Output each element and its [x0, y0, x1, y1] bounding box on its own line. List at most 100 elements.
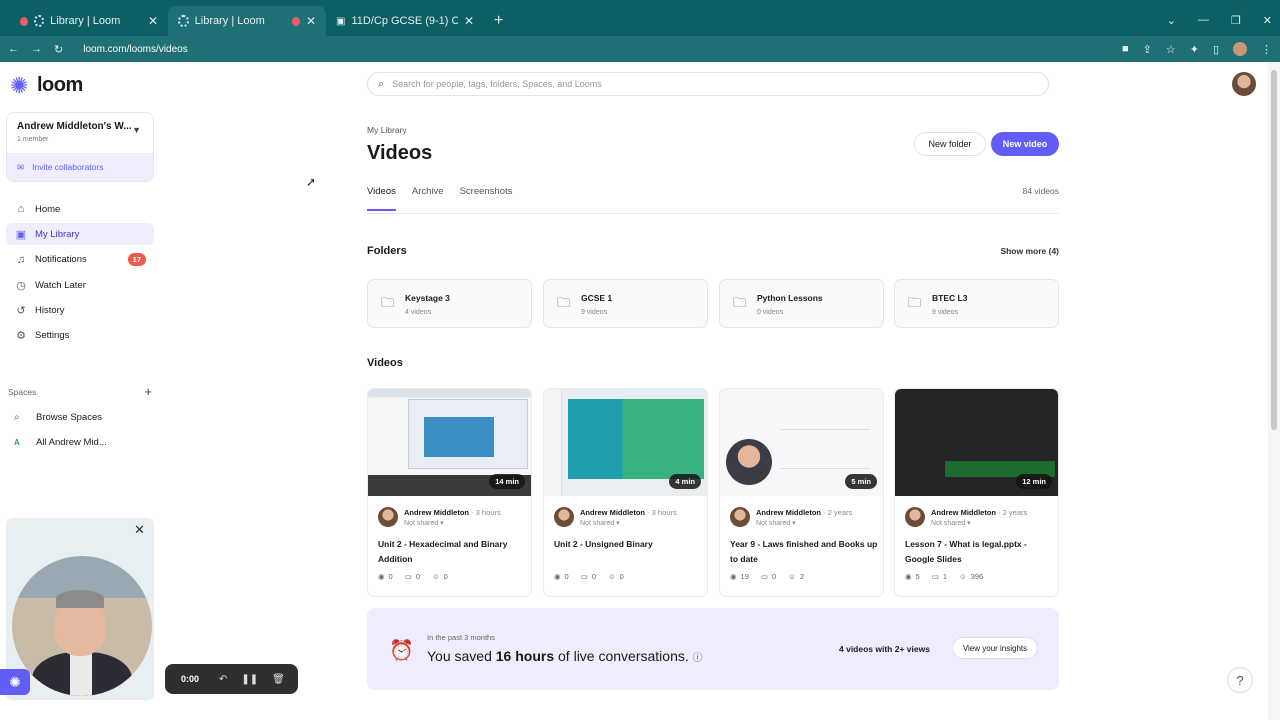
tab-archive[interactable]: Archive [412, 186, 444, 211]
video-thumbnail[interactable]: 12 min [895, 389, 1058, 496]
loom-recorder-icon[interactable]: ✺ [0, 669, 30, 695]
reload-icon[interactable]: ↻ [54, 43, 63, 56]
close-window-icon[interactable]: ✕ [1263, 14, 1272, 27]
recording-icon [20, 16, 28, 26]
video-card[interactable]: 5 min Andrew Middleton · 2 years Not sha… [719, 388, 884, 597]
video-thumbnail[interactable]: 14 min [368, 389, 531, 496]
new-folder-button[interactable]: New folder [914, 132, 986, 156]
duration-badge: 12 min [1016, 474, 1052, 489]
home-icon: ⌂ [17, 203, 25, 215]
views-icon: ◉ [905, 572, 912, 581]
insights-banner: ⏰ In the past 3 months You saved 16 hour… [367, 608, 1059, 690]
share-status[interactable]: Not shared ▾ [404, 519, 444, 527]
workspace-switcher[interactable]: Andrew Middleton's W... 1 member ▼ ✉ Inv… [6, 112, 154, 182]
delete-icon[interactable]: 🗑 [272, 674, 285, 685]
loom-favicon-icon [33, 15, 45, 27]
spaces-heading: Spaces [8, 387, 37, 397]
tab-search-icon[interactable]: ⌄ [1167, 14, 1176, 27]
sidebar-item-all-space[interactable]: A All Andrew Mid... [14, 437, 154, 448]
tab-screenshots[interactable]: Screenshots [460, 186, 513, 211]
extensions-icon[interactable]: ✦ [1190, 43, 1199, 56]
view-insights-button[interactable]: View your insights [952, 637, 1038, 659]
minimize-icon[interactable]: — [1198, 14, 1209, 27]
browser-tab-2[interactable]: Library | Loom ✕ [168, 6, 326, 36]
share-icon[interactable]: ⇪ [1143, 43, 1152, 56]
sidebar-item-label: Settings [35, 330, 70, 342]
chevron-down-icon: ▼ [132, 125, 141, 135]
folder-icon: 🗀 [557, 295, 571, 310]
add-space-icon[interactable]: + [144, 385, 152, 398]
breadcrumb[interactable]: My Library [367, 125, 407, 135]
help-button[interactable]: ? [1227, 667, 1253, 693]
folder-card[interactable]: 🗀 GCSE 1 9 videos [543, 279, 708, 328]
sidebar-item-history[interactable]: ↺ History [6, 300, 154, 322]
pause-icon[interactable]: ❚❚ [241, 674, 258, 685]
recording-controls: 0:00 ↶ ❚❚ 🗑 [165, 664, 298, 694]
restart-icon[interactable]: ↶ [219, 674, 227, 685]
sidebar-item-home[interactable]: ⌂ Home [6, 198, 154, 220]
folder-card[interactable]: 🗀 Keystage 3 4 videos [367, 279, 532, 328]
camera-icon[interactable]: ■ [1122, 43, 1129, 55]
scrollbar[interactable] [1268, 62, 1280, 720]
back-icon[interactable]: ← [8, 43, 19, 55]
video-title[interactable]: Year 9 - Laws finished and Books up to d… [730, 537, 878, 567]
comments-count: 0 [591, 572, 596, 581]
avatar [905, 507, 925, 527]
menu-icon[interactable]: ⋮ [1261, 43, 1272, 56]
sidebar-item-my-library[interactable]: ▣ My Library [6, 223, 154, 246]
info-icon[interactable]: ⓘ [693, 653, 703, 664]
browser-tab-title: 11D/Cp GCSE (9-1) Computer Sc [351, 15, 458, 27]
maximize-icon[interactable]: ❐ [1231, 14, 1241, 27]
search-input[interactable] [392, 79, 993, 89]
url-field[interactable]: loom.com/looms/videos [83, 44, 187, 55]
video-title[interactable]: Unit 2 - Hexadecimal and Binary Addition [378, 537, 526, 567]
invite-collaborators-button[interactable]: ✉ Invite collaborators [7, 153, 153, 181]
scrollbar-thumb[interactable] [1271, 70, 1277, 430]
sidebar-item-browse-spaces[interactable]: ⌕ Browse Spaces [14, 412, 154, 423]
close-tab-icon[interactable]: ✕ [306, 14, 316, 28]
loom-logo-icon: ✺ [10, 72, 29, 98]
sidebar-nav: ⌂ Home ▣ My Library ♫ Notifications 17 ◷… [6, 198, 154, 350]
forward-icon[interactable]: → [31, 43, 42, 55]
video-card[interactable]: 12 min Andrew Middleton · 2 years Not sh… [894, 388, 1059, 597]
profile-avatar[interactable] [1233, 42, 1247, 56]
video-thumbnail[interactable]: 4 min [544, 389, 707, 496]
sidebar-item-watch-later[interactable]: ◷ Watch Later [6, 274, 154, 296]
tab-videos[interactable]: Videos [367, 186, 396, 211]
new-tab-button[interactable]: + [484, 6, 513, 36]
bookmark-star-icon[interactable]: ☆ [1166, 43, 1176, 56]
close-camera-icon[interactable]: ✕ [134, 522, 145, 538]
close-tab-icon[interactable]: ✕ [464, 14, 474, 28]
video-title[interactable]: Unit 2 - Unsigned Binary [554, 537, 702, 552]
folder-card[interactable]: 🗀 BTEC L3 9 videos [894, 279, 1059, 328]
video-thumbnail[interactable]: 5 min [720, 389, 883, 496]
browser-tab-1[interactable]: Library | Loom ✕ [10, 6, 168, 36]
share-status[interactable]: Not shared ▾ [580, 519, 620, 527]
sidebar-item-label: Browse Spaces [36, 412, 103, 423]
search-icon: ⌕ [378, 77, 385, 90]
video-title[interactable]: Lesson 7 - What is legal.pptx - Google S… [905, 537, 1053, 567]
reactions-count: 0 [443, 572, 448, 581]
duration-badge: 4 min [669, 474, 701, 489]
sidebar-item-notifications[interactable]: ♫ Notifications 17 [6, 249, 154, 271]
space-letter-icon: A [14, 438, 20, 447]
video-card[interactable]: 4 min Andrew Middleton · 3 hours Not sha… [543, 388, 708, 597]
sidebar-item-settings[interactable]: ⚙ Settings [6, 325, 154, 347]
show-more-button[interactable]: Show more (4) [980, 246, 1059, 256]
share-status[interactable]: Not shared ▾ [756, 519, 796, 527]
reactions-count: 0 [619, 572, 624, 581]
browser-tab-3[interactable]: ▣ 11D/Cp GCSE (9-1) Computer Sc ✕ [326, 6, 484, 36]
webcam-person-hair [56, 590, 104, 608]
folder-card[interactable]: 🗀 Python Lessons 0 videos [719, 279, 884, 328]
search-bar[interactable]: ⌕ [367, 72, 1049, 96]
folder-icon: 🗀 [733, 295, 747, 310]
views-count: 0 [564, 572, 569, 581]
loom-logo[interactable]: ✺ loom [10, 74, 83, 97]
sidepanel-icon[interactable]: ▯ [1213, 43, 1219, 56]
video-card[interactable]: 14 min Andrew Middleton · 3 hours Not sh… [367, 388, 532, 597]
share-status[interactable]: Not shared ▾ [931, 519, 971, 527]
sidebar-item-label: All Andrew Mid... [36, 437, 107, 448]
new-video-button[interactable]: New video [991, 132, 1059, 156]
user-avatar[interactable] [1232, 72, 1256, 96]
close-tab-icon[interactable]: ✕ [148, 14, 158, 28]
